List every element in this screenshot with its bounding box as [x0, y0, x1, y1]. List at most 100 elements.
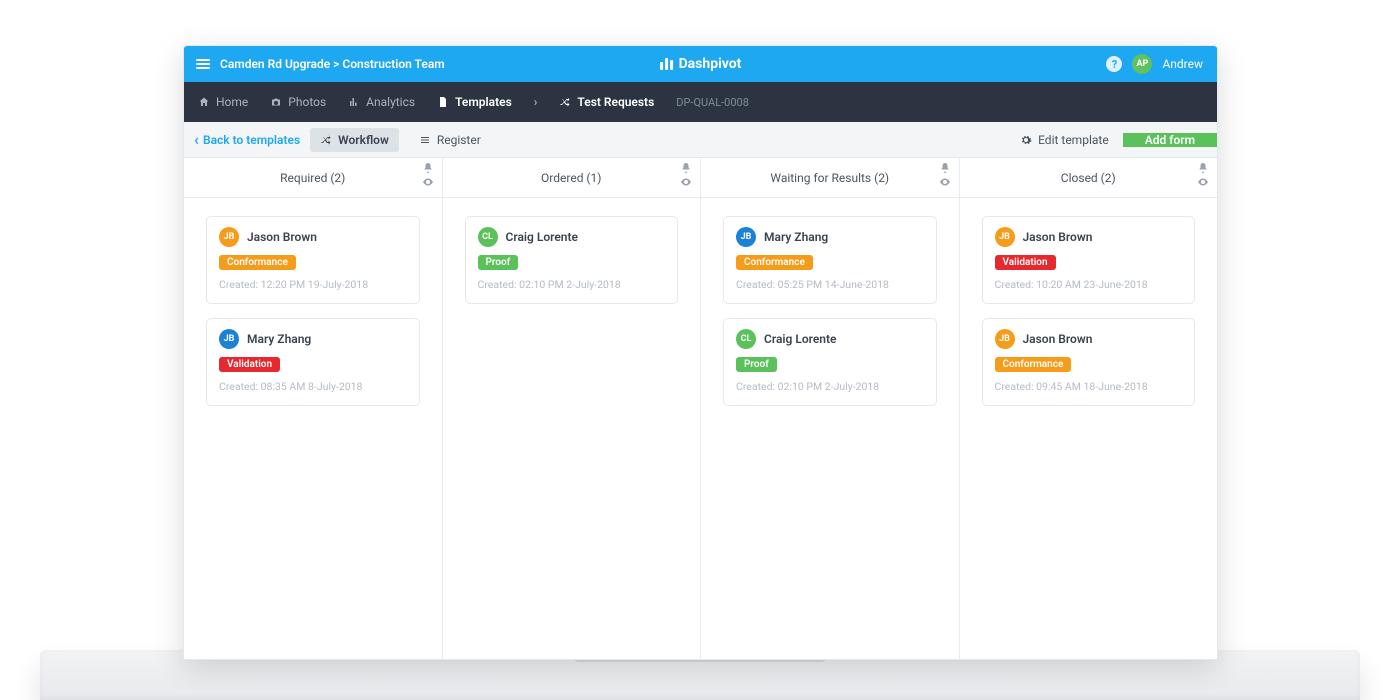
nav-home[interactable]: Home — [198, 95, 248, 109]
toolbar: Back to templates Workflow Register Edit… — [184, 122, 1217, 158]
back-to-templates-link[interactable]: Back to templates — [194, 132, 300, 148]
card-avatar: JB — [995, 329, 1015, 349]
doc-code: DP-QUAL-0008 — [676, 96, 749, 109]
tab-register-label: Register — [437, 133, 481, 147]
kanban-board: Required (2) JB Jason Brown Conformance Crea… — [184, 158, 1217, 659]
card-avatar: JB — [219, 227, 239, 247]
kanban-column: Closed (2) JB Jason Brown Validation Created… — [960, 158, 1218, 659]
column-body: JB Jason Brown Conformance Created: 12:20 P… — [184, 198, 442, 424]
kanban-card[interactable]: JB Mary Zhang Conformance Created: 05:25 PM… — [723, 216, 937, 304]
column-title: Required (2) — [280, 171, 345, 185]
card-avatar: JB — [995, 227, 1015, 247]
column-title: Closed (2) — [1061, 171, 1116, 185]
card-person-name: Jason Brown — [1023, 332, 1093, 346]
add-form-button[interactable]: Add form — [1123, 133, 1217, 147]
card-tag: Conformance — [995, 357, 1072, 372]
card-person-name: Jason Brown — [247, 230, 317, 244]
edit-template-label: Edit template — [1038, 133, 1109, 147]
topbar: Camden Rd Upgrade > Construction Team Da… — [184, 46, 1217, 82]
brand-bars-icon — [660, 58, 673, 70]
kanban-card[interactable]: JB Jason Brown Validation Created: 10:20 AM… — [982, 216, 1196, 304]
card-person-name: Mary Zhang — [247, 332, 311, 346]
card-avatar: CL — [478, 227, 498, 247]
card-tag: Proof — [478, 255, 519, 270]
tab-register[interactable]: Register — [409, 128, 491, 152]
add-form-label: Add form — [1145, 133, 1195, 147]
brand: Dashpivot — [660, 56, 742, 72]
card-created: Created: 02:10 PM 2-July-2018 — [478, 278, 666, 291]
card-person-name: Mary Zhang — [764, 230, 828, 244]
column-title: Waiting for Results (2) — [770, 171, 889, 185]
card-tag: Conformance — [219, 255, 296, 270]
bell-icon[interactable] — [939, 162, 951, 174]
breadcrumb[interactable]: Camden Rd Upgrade > Construction Team — [220, 57, 445, 71]
kanban-card[interactable]: CLCraig LorenteProofCreated: 02:10 PM 2-… — [723, 318, 937, 406]
shuffle-icon — [320, 134, 332, 146]
eye-icon[interactable] — [422, 176, 434, 188]
user-name[interactable]: Andrew — [1162, 57, 1203, 71]
column-title: Ordered (1) — [541, 171, 601, 185]
nav-templates-label: Templates — [455, 95, 512, 109]
nav-templates[interactable]: Templates — [437, 95, 512, 109]
kanban-column: Waiting for Results (2) JB Mary Zhang Confo… — [701, 158, 960, 659]
column-header: Closed (2) — [960, 158, 1218, 198]
card-person-name: Craig Lorente — [506, 230, 578, 244]
nav-analytics[interactable]: Analytics — [348, 95, 415, 109]
card-tag: Validation — [219, 357, 280, 372]
gear-icon — [1020, 134, 1032, 146]
nav-test-requests[interactable]: Test Requests — [559, 95, 654, 109]
card-created: Created: 10:20 AM 23-June-2018 — [995, 278, 1183, 291]
menu-icon[interactable] — [196, 59, 210, 69]
card-tag: Proof — [736, 357, 777, 372]
user-avatar[interactable]: AP — [1132, 54, 1152, 74]
home-icon — [198, 96, 210, 108]
card-created: Created: 02:10 PM 2-July-2018 — [736, 380, 924, 393]
tab-workflow-label: Workflow — [338, 133, 389, 147]
card-created: Created: 09:45 AM 18-June-2018 — [995, 380, 1183, 393]
column-header: Required (2) — [184, 158, 442, 198]
help-icon[interactable]: ? — [1106, 56, 1122, 72]
card-created: Created: 08:35 AM 8-July-2018 — [219, 380, 407, 393]
nav-analytics-label: Analytics — [366, 95, 415, 109]
card-tag: Conformance — [736, 255, 813, 270]
kanban-card[interactable]: JB Mary Zhang Validation Created: 08:35 AM … — [206, 318, 420, 406]
eye-icon[interactable] — [939, 176, 951, 188]
card-tag: Validation — [995, 255, 1056, 270]
back-label: Back to templates — [203, 133, 300, 147]
card-person-name: Jason Brown — [1023, 230, 1093, 244]
nav-test-requests-label: Test Requests — [577, 95, 654, 109]
kanban-card[interactable]: JB Jason Brown Conformance Created: 09:45 A… — [982, 318, 1196, 406]
card-avatar: JB — [219, 329, 239, 349]
card-created: Created: 12:20 PM 19-July-2018 — [219, 278, 407, 291]
file-icon — [437, 96, 449, 108]
kanban-card[interactable]: JB Jason Brown Conformance Created: 12:20 P… — [206, 216, 420, 304]
tab-workflow[interactable]: Workflow — [310, 128, 399, 152]
nav-photos[interactable]: Photos — [270, 95, 326, 109]
eye-icon[interactable] — [1197, 176, 1209, 188]
card-avatar: CL — [736, 329, 756, 349]
edit-template-button[interactable]: Edit template — [1006, 133, 1123, 147]
chevron-right-icon: › — [534, 95, 538, 109]
column-body: JB Mary Zhang Conformance Created: 05:25 PM… — [701, 198, 959, 424]
card-created: Created: 05:25 PM 14-June-2018 — [736, 278, 924, 291]
bell-icon[interactable] — [680, 162, 692, 174]
list-icon — [419, 134, 431, 146]
nav-photos-label: Photos — [288, 95, 326, 109]
kanban-column: Ordered (1) CL Craig Lorente Proof Created: … — [443, 158, 702, 659]
nav-home-label: Home — [216, 95, 248, 109]
brand-name: Dashpivot — [679, 56, 742, 72]
shuffle-icon — [559, 96, 571, 108]
column-body: JB Jason Brown Validation Created: 10:20 AM… — [960, 198, 1218, 424]
navbar: Home Photos Analytics Templates › Test R… — [184, 82, 1217, 122]
bell-icon[interactable] — [1197, 162, 1209, 174]
eye-icon[interactable] — [680, 176, 692, 188]
column-body: CL Craig Lorente Proof Created: 02:10 PM 2-… — [443, 198, 701, 322]
card-avatar: JB — [736, 227, 756, 247]
bell-icon[interactable] — [422, 162, 434, 174]
camera-icon — [270, 96, 282, 108]
app-window: Camden Rd Upgrade > Construction Team Da… — [183, 45, 1218, 660]
kanban-card[interactable]: CL Craig Lorente Proof Created: 02:10 PM 2-… — [465, 216, 679, 304]
column-header: Waiting for Results (2) — [701, 158, 959, 198]
kanban-column: Required (2) JB Jason Brown Conformance Crea… — [184, 158, 443, 659]
chart-icon — [348, 96, 360, 108]
